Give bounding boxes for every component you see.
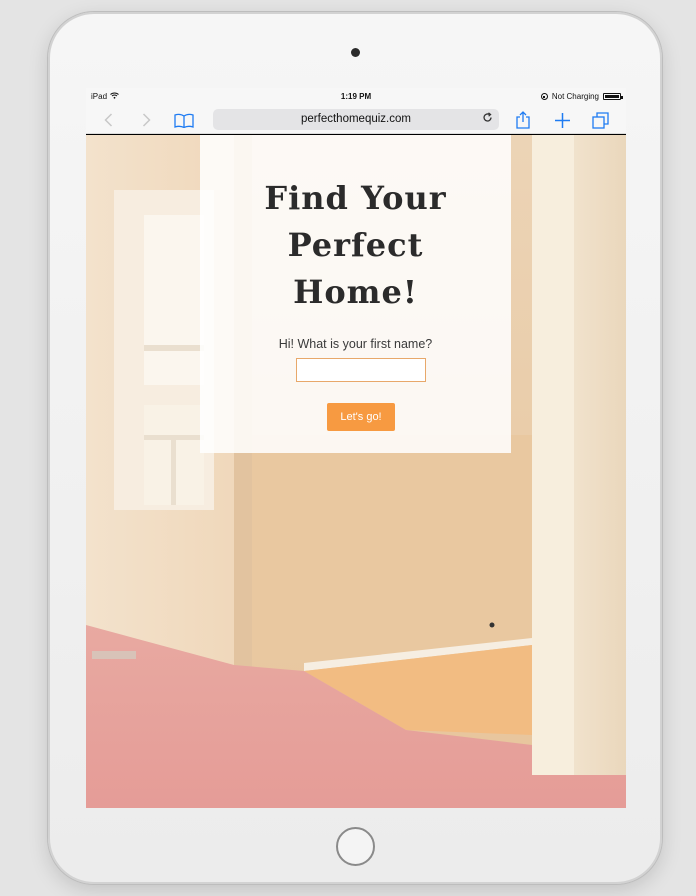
back-chevron-left-icon[interactable] bbox=[104, 110, 113, 130]
forward-chevron-right-icon[interactable] bbox=[142, 110, 151, 130]
status-bar: iPad 1:19 PM Not Charging bbox=[86, 88, 626, 106]
battery-icon bbox=[603, 93, 623, 100]
lets-go-button[interactable]: Let's go! bbox=[327, 403, 395, 431]
title-line-3: Home! bbox=[293, 273, 418, 311]
rotation-lock-icon bbox=[540, 93, 548, 100]
reload-icon[interactable] bbox=[482, 109, 493, 130]
first-name-input[interactable] bbox=[296, 358, 426, 382]
new-tab-plus-icon[interactable] bbox=[555, 110, 570, 130]
screen: iPad 1:19 PM Not Charging perfecthomequi… bbox=[86, 88, 626, 808]
page-title: Find Your Perfect Home! bbox=[200, 175, 511, 316]
title-line-1: Find Your bbox=[264, 179, 447, 217]
share-icon[interactable] bbox=[516, 110, 530, 130]
bookmarks-book-icon[interactable] bbox=[174, 110, 194, 130]
title-line-2: Perfect bbox=[287, 226, 424, 264]
address-bar[interactable]: perfecthomequiz.com bbox=[213, 109, 499, 130]
name-question: Hi! What is your first name? bbox=[278, 337, 433, 351]
url-text: perfecthomequiz.com bbox=[301, 113, 411, 125]
web-page: Find Your Perfect Home! Hi! What is your… bbox=[86, 135, 626, 808]
browser-toolbar: perfecthomequiz.com bbox=[86, 106, 626, 134]
front-camera bbox=[351, 48, 360, 57]
quiz-card: Find Your Perfect Home! Hi! What is your… bbox=[200, 135, 511, 453]
home-button[interactable] bbox=[336, 827, 375, 866]
battery-status: Not Charging bbox=[551, 92, 599, 101]
tabs-icon[interactable] bbox=[592, 110, 609, 130]
